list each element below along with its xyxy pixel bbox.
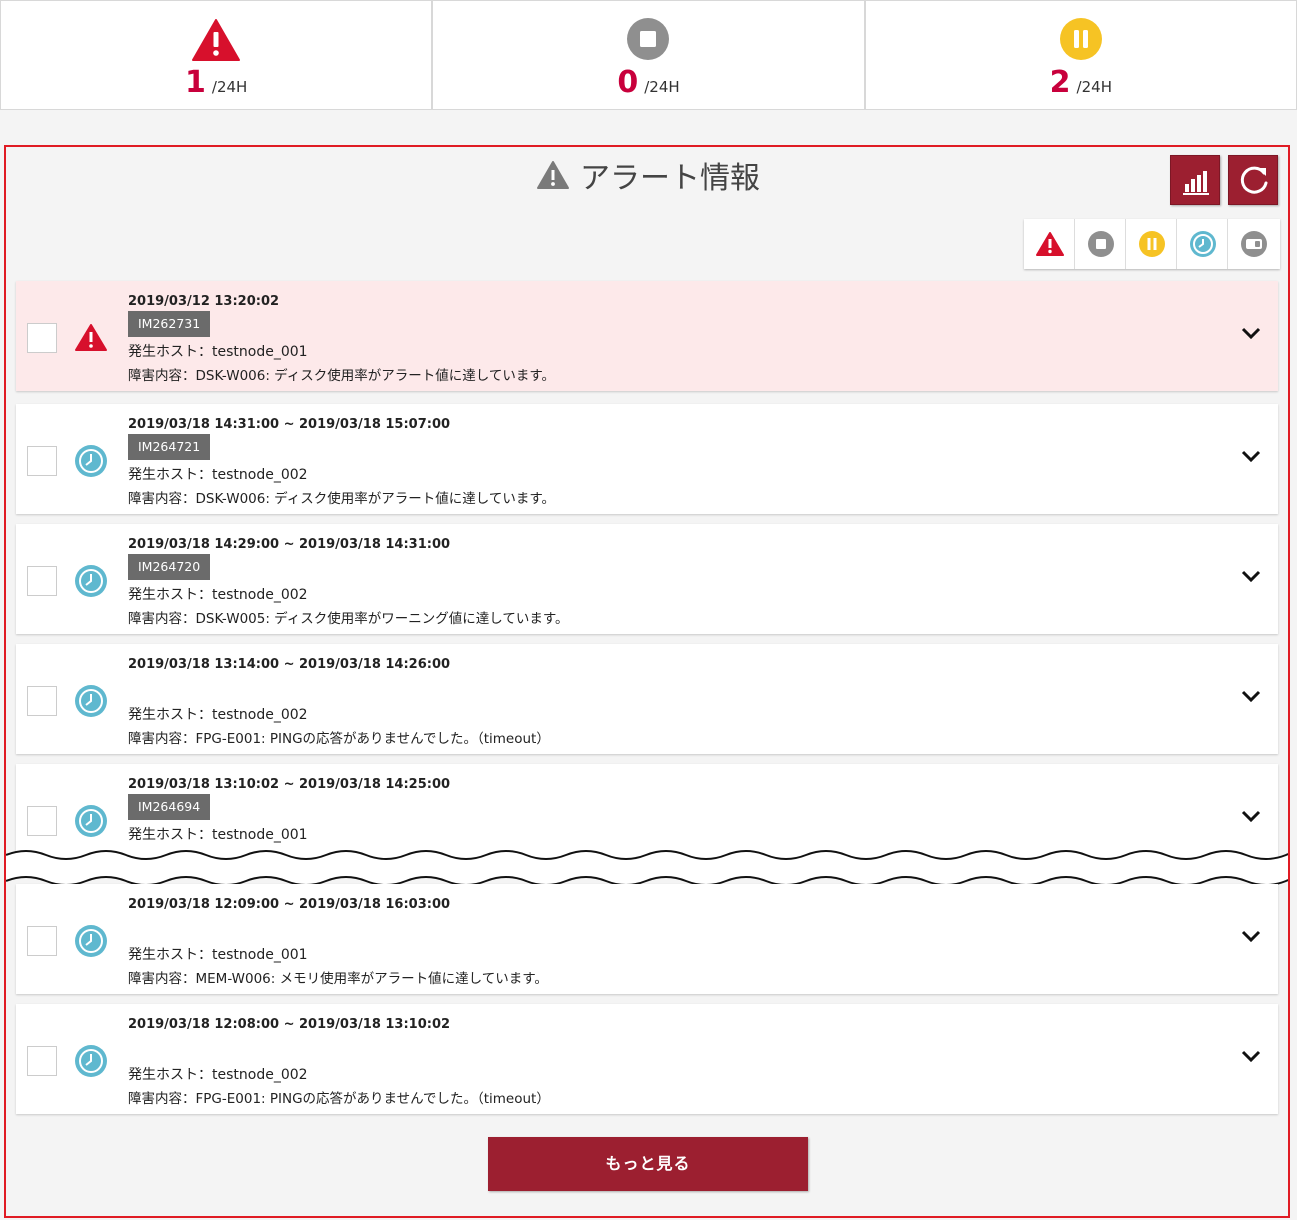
alert-message: 障害内容：FPG-E001: PINGの応答がありませんでした。（timeout… [128, 731, 550, 747]
alert-host: 発生ホスト：testnode_002 [128, 1067, 308, 1083]
panel-header: アラート情報 [536, 155, 760, 196]
bar-chart-icon [1183, 171, 1209, 195]
chevron-down-icon[interactable] [1240, 928, 1262, 944]
recovered-filter-icon [1190, 231, 1216, 257]
alert-checkbox[interactable] [27, 446, 57, 476]
chevron-down-icon[interactable] [1240, 568, 1262, 584]
alert-info-panel: アラート情報 2019/03/12 13:20:02 IM262731 発生ホス… [4, 145, 1290, 1218]
alert-host: 発生ホスト：testnode_001 [128, 344, 308, 360]
chevron-down-icon[interactable] [1240, 325, 1262, 341]
chevron-down-icon[interactable] [1240, 1048, 1262, 1064]
summary-pause-cell[interactable]: 2/24H [866, 1, 1296, 109]
clock-icon [75, 685, 107, 717]
alert-host: 発生ホスト：testnode_001 [128, 947, 308, 963]
warning-triangle-icon [192, 19, 241, 61]
clock-icon [75, 445, 107, 477]
alert-message: 障害内容：MEM-W006: メモリ使用率がアラート値に達しています。 [128, 971, 548, 987]
show-more-button[interactable]: もっと見る [488, 1137, 808, 1191]
summary-alert-cell[interactable]: 1/24H [1, 1, 434, 109]
ticket-badge[interactable]: IM264694 [128, 794, 211, 820]
filter-recovered[interactable] [1177, 219, 1228, 269]
alert-count-unit: /24H [211, 78, 248, 96]
refresh-icon [1240, 166, 1268, 194]
pause-count: 2 [1049, 65, 1071, 100]
clock-icon [75, 1045, 107, 1077]
alert-checkbox[interactable] [27, 686, 57, 716]
page-title: アラート情報 [580, 161, 760, 196]
alert-datetime: 2019/03/18 13:10:02 ~ 2019/03/18 14:25:0… [128, 777, 451, 792]
alert-datetime: 2019/03/18 14:29:00 ~ 2019/03/18 14:31:0… [128, 537, 451, 552]
pause-count-unit: /24H [1076, 78, 1112, 96]
ticket-badge[interactable]: IM262731 [128, 311, 211, 337]
summary-bar: 1/24H 0/24H 2/24H [0, 0, 1297, 110]
alert-card[interactable]: 2019/03/18 12:09:00 ~ 2019/03/18 16:03:0… [16, 884, 1278, 994]
clock-icon [75, 805, 107, 837]
alert-datetime: 2019/03/18 12:08:00 ~ 2019/03/18 13:10:0… [128, 1017, 451, 1032]
stop-circle-icon [627, 18, 670, 60]
filter-maintenance[interactable] [1228, 219, 1279, 269]
ticket-badge[interactable]: IM264720 [128, 554, 211, 580]
alert-filter-icon [1036, 232, 1064, 256]
maintenance-filter-icon [1241, 231, 1267, 257]
alert-checkbox[interactable] [27, 323, 57, 353]
warning-triangle-icon [75, 324, 107, 351]
alert-datetime: 2019/03/18 13:14:00 ~ 2019/03/18 14:26:0… [128, 657, 451, 672]
alert-checkbox[interactable] [27, 926, 57, 956]
chart-button[interactable] [1170, 155, 1220, 205]
stop-filter-icon [1088, 231, 1114, 257]
alert-card[interactable]: 2019/03/12 13:20:02 IM262731 発生ホスト：testn… [16, 281, 1278, 391]
chevron-down-icon[interactable] [1240, 688, 1262, 704]
clock-icon [75, 565, 107, 597]
alert-message: 障害内容：DSK-W006: ディスク使用率がアラート値に達しています。 [128, 491, 555, 507]
filter-pause[interactable] [1126, 219, 1177, 269]
pause-filter-icon [1139, 231, 1165, 257]
alert-card[interactable]: 2019/03/18 13:14:00 ~ 2019/03/18 14:26:0… [16, 644, 1278, 754]
alert-host: 発生ホスト：testnode_002 [128, 467, 308, 483]
alert-checkbox[interactable] [27, 1046, 57, 1076]
alert-card[interactable]: 2019/03/18 14:31:00 ~ 2019/03/18 15:07:0… [16, 404, 1278, 514]
alert-card[interactable]: 2019/03/18 14:29:00 ~ 2019/03/18 14:31:0… [16, 524, 1278, 634]
warning-triangle-icon [537, 161, 569, 189]
summary-stop-cell[interactable]: 0/24H [433, 1, 866, 109]
alert-datetime: 2019/03/18 12:09:00 ~ 2019/03/18 16:03:0… [128, 897, 451, 912]
alert-message: 障害内容：FPG-E001: PINGの応答がありませんでした。（timeout… [128, 1091, 550, 1107]
alert-host: 発生ホスト：testnode_001 [128, 827, 308, 843]
alert-card[interactable]: 2019/03/18 12:08:00 ~ 2019/03/18 13:10:0… [16, 1004, 1278, 1114]
alert-message: 障害内容：DSK-W006: ディスク使用率がアラート値に達しています。 [128, 368, 555, 384]
chevron-down-icon[interactable] [1240, 808, 1262, 824]
filter-stop[interactable] [1075, 219, 1126, 269]
refresh-button[interactable] [1228, 155, 1278, 205]
alert-host: 発生ホスト：testnode_002 [128, 587, 308, 603]
status-filter-bar [1024, 219, 1280, 269]
stop-count-unit: /24H [644, 78, 680, 96]
stop-count: 0 [617, 65, 639, 100]
ticket-badge[interactable]: IM264721 [128, 434, 211, 460]
chevron-down-icon[interactable] [1240, 448, 1262, 464]
alert-count: 1 [185, 65, 206, 100]
alert-datetime: 2019/03/12 13:20:02 [128, 294, 280, 309]
clock-icon [75, 925, 107, 957]
alert-checkbox[interactable] [27, 806, 57, 836]
alert-datetime: 2019/03/18 14:31:00 ~ 2019/03/18 15:07:0… [128, 417, 451, 432]
alert-checkbox[interactable] [27, 566, 57, 596]
filter-alert[interactable] [1024, 219, 1075, 269]
pause-circle-icon [1059, 18, 1102, 60]
alert-message: 障害内容：DSK-W005: ディスク使用率がワーニング値に達しています。 [128, 611, 569, 627]
alert-host: 発生ホスト：testnode_002 [128, 707, 308, 723]
